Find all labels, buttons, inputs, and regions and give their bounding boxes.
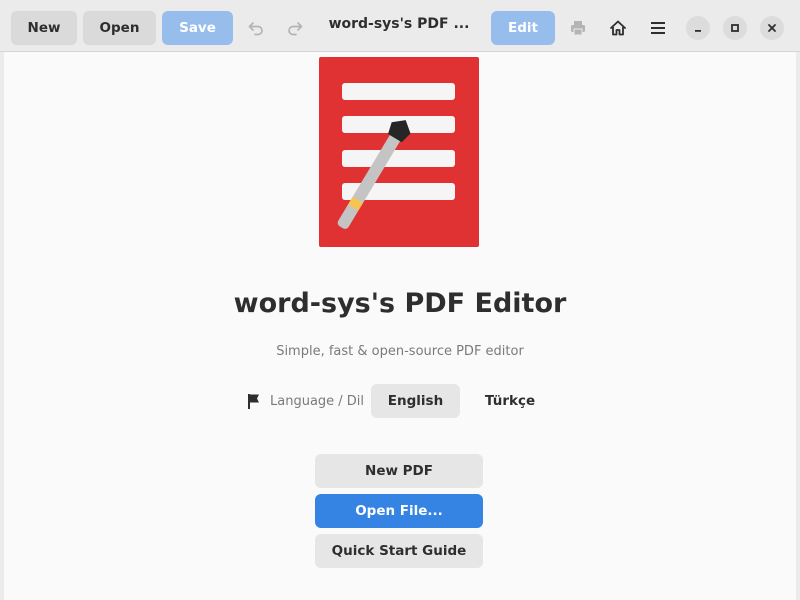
new-button[interactable]: New xyxy=(11,11,77,45)
minimize-icon xyxy=(695,30,701,32)
close-icon xyxy=(768,24,776,32)
header-bar: New Open Save word-sys's PDF ... Edit xyxy=(0,0,800,52)
window-title: word-sys's PDF ... xyxy=(328,16,470,32)
welcome-page: word-sys's PDF Editor Simple, fast & ope… xyxy=(4,52,796,600)
home-button[interactable] xyxy=(602,12,634,44)
hamburger-menu-icon xyxy=(651,22,665,34)
language-turkish-button[interactable]: Türkçe xyxy=(466,384,554,418)
language-label: Language / Dil xyxy=(270,394,365,409)
maximize-icon xyxy=(731,24,739,32)
minimize-button[interactable] xyxy=(686,16,710,40)
save-button[interactable]: Save xyxy=(162,11,233,45)
maximize-button[interactable] xyxy=(723,16,747,40)
print-icon xyxy=(571,21,585,36)
edit-button[interactable]: Edit xyxy=(491,11,555,45)
language-english-button[interactable]: English xyxy=(371,384,460,418)
close-button[interactable] xyxy=(760,16,784,40)
undo-icon xyxy=(248,22,263,36)
undo-button[interactable] xyxy=(240,12,272,44)
main-menu-button[interactable] xyxy=(642,12,674,44)
redo-icon xyxy=(288,22,303,36)
app-logo-icon xyxy=(319,57,479,247)
print-button[interactable] xyxy=(562,12,594,44)
home-icon xyxy=(610,20,626,36)
redo-button[interactable] xyxy=(279,12,311,44)
open-button[interactable]: Open xyxy=(83,11,156,45)
flag-icon xyxy=(248,394,259,409)
quick-start-guide-button[interactable]: Quick Start Guide xyxy=(315,534,483,568)
app-subtitle: Simple, fast & open-source PDF editor xyxy=(276,344,524,359)
open-file-button[interactable]: Open File... xyxy=(315,494,483,528)
app-title: word-sys's PDF Editor xyxy=(233,288,567,319)
new-pdf-button[interactable]: New PDF xyxy=(315,454,483,488)
